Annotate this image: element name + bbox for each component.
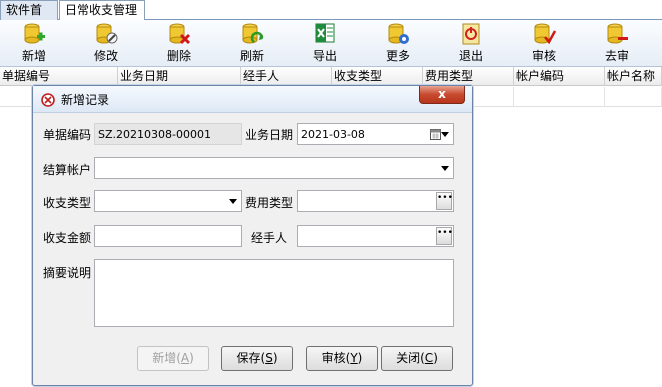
memo-label: 摘要说明 [43, 266, 92, 280]
edit-db-icon [96, 23, 118, 44]
biz-date-picker[interactable]: 2021-03-08 [297, 123, 454, 145]
new-record-dialog: 新增记录 x 单据编码 SZ.20210308-00001 业务日期 2021-… [32, 85, 473, 386]
inout-type-label: 收支类型 [43, 196, 92, 210]
delete-db-icon [169, 23, 191, 45]
calendar-icon[interactable] [430, 128, 441, 140]
amount-input[interactable] [94, 225, 242, 247]
save-button-key: S [265, 351, 273, 365]
ellipsis-button[interactable]: ••• [436, 227, 453, 245]
biz-date-label: 业务日期 [245, 128, 294, 142]
toolbar-edit-button[interactable]: 修改 [80, 22, 132, 66]
add-db-icon [24, 23, 45, 44]
handler-label: 经手人 [251, 231, 288, 245]
add-button-text: 新增( [152, 351, 181, 365]
col-biz-date[interactable]: 业务日期 [118, 67, 241, 86]
save-button-end: ) [272, 351, 278, 365]
grid-header: 单据编号 业务日期 经手人 收支类型 费用类型 帐户编码 帐户名称 [0, 67, 662, 86]
close-button-end: ) [433, 351, 438, 365]
toolbar-add-button[interactable]: 新增 [8, 22, 60, 66]
dialog-title-bar[interactable]: 新增记录 x [33, 86, 472, 113]
toolbar-unapprove-label: 去审 [604, 49, 629, 63]
toolbar-edit-label: 修改 [93, 49, 118, 63]
tab-bar: 软件首页 日常收支管理 [0, 0, 662, 36]
amount-label: 收支金额 [43, 231, 92, 245]
col-inout-type[interactable]: 收支类型 [332, 67, 423, 86]
close-button-text: 关闭( [396, 351, 425, 365]
refresh-db-icon [242, 23, 264, 44]
memo-textarea[interactable] [94, 259, 454, 327]
tab-daily-income-expense[interactable]: 日常收支管理 [59, 0, 145, 21]
save-button-text: 保存( [236, 351, 266, 365]
fee-type-label: 费用类型 [245, 196, 294, 210]
dialog-close-button[interactable]: x [419, 86, 465, 104]
col-account-code[interactable]: 帐户编码 [514, 67, 605, 86]
toolbar-approve-button[interactable]: 审核 [518, 22, 570, 66]
tab-daily-income-expense-label: 日常收支管理 [65, 3, 138, 17]
audit-button[interactable]: 审核(Y) [306, 346, 378, 371]
add-button[interactable]: 新增(A) [137, 346, 209, 371]
biz-date-value: 2021-03-08 [301, 128, 365, 141]
audit-button-key: Y [350, 351, 358, 365]
table-cell [514, 87, 605, 107]
account-select[interactable] [94, 157, 454, 179]
doc-no-value: SZ.20210308-00001 [98, 128, 211, 141]
toolbar-delete-button[interactable]: 删除 [153, 22, 205, 66]
add-button-end: ) [189, 351, 194, 365]
toolbar-more-button[interactable]: 更多 [372, 22, 424, 66]
toolbar-approve-label: 审核 [531, 49, 556, 63]
toolbar-refresh-label: 刷新 [239, 49, 264, 63]
toolbar-refresh-button[interactable]: 刷新 [226, 22, 278, 66]
close-icon: x [438, 87, 446, 101]
toolbar-exit-button[interactable]: 退出 [445, 22, 497, 66]
handler-field[interactable]: ••• [297, 225, 454, 247]
app-logo-icon [41, 93, 55, 107]
audit-button-end: ) [357, 351, 363, 365]
tab-home[interactable]: 软件首页 [0, 0, 58, 36]
col-account-name[interactable]: 帐户名称 [605, 67, 662, 86]
more-db-icon [388, 23, 409, 44]
toolbar-add-label: 新增 [21, 49, 46, 63]
doc-no-field: SZ.20210308-00001 [94, 123, 242, 145]
fee-type-field[interactable]: ••• [297, 190, 454, 212]
toolbar-delete-label: 删除 [166, 49, 191, 63]
excel-export-icon [315, 23, 335, 43]
col-handler[interactable]: 经手人 [241, 67, 332, 86]
close-button[interactable]: 关闭(C) [381, 346, 453, 371]
chevron-down-icon[interactable] [441, 166, 449, 171]
toolbar-export-label: 导出 [312, 49, 337, 63]
doc-no-label: 单据编码 [43, 128, 92, 142]
chevron-down-icon[interactable] [229, 199, 237, 204]
toolbar-export-button[interactable]: 导出 [299, 22, 351, 66]
add-button-key: A [180, 351, 190, 365]
approve-icon [534, 23, 556, 45]
toolbar-more-label: 更多 [385, 49, 410, 63]
col-fee-type[interactable]: 费用类型 [423, 67, 514, 86]
account-label: 结算帐户 [43, 163, 92, 177]
audit-button-text: 审核( [321, 351, 351, 365]
toolbar-exit-label: 退出 [458, 49, 483, 63]
close-button-key: C [424, 351, 434, 365]
exit-icon [462, 23, 480, 45]
save-button[interactable]: 保存(S) [221, 346, 293, 371]
toolbar-unapprove-button[interactable]: 去审 [591, 22, 643, 66]
inout-type-select[interactable] [94, 190, 242, 212]
table-cell [605, 87, 662, 107]
toolbar: 新增 修改 删除 刷新 导出 更多 退出 审核 去审 [0, 20, 662, 67]
ellipsis-button[interactable]: ••• [436, 192, 453, 210]
col-doc-no[interactable]: 单据编号 [0, 67, 118, 86]
unapprove-icon [607, 23, 628, 44]
chevron-down-icon[interactable] [441, 132, 449, 137]
dialog-title: 新增记录 [61, 93, 110, 107]
